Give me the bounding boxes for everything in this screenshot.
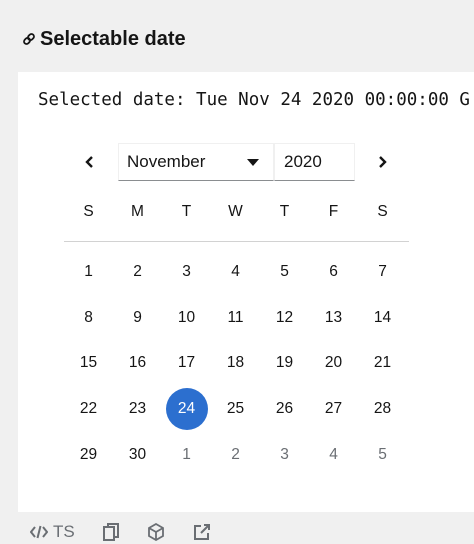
day-cell[interactable]: 10 xyxy=(162,297,211,339)
day-cell[interactable]: 29 xyxy=(64,434,113,476)
ts-label: TS xyxy=(53,522,75,541)
day-cell[interactable]: 14 xyxy=(358,297,407,339)
next-month-button[interactable] xyxy=(370,150,394,174)
codesandbox-button[interactable] xyxy=(147,523,165,541)
week-row: 1 2 3 4 5 6 7 xyxy=(64,251,407,293)
divider xyxy=(64,241,409,242)
weekday-label: M xyxy=(131,203,144,220)
day-cell[interactable]: 4 xyxy=(211,251,260,293)
weekday-label: S xyxy=(377,203,388,220)
week-row: 15 16 17 18 19 20 21 xyxy=(64,342,407,384)
day-cell[interactable]: 2 xyxy=(113,251,162,293)
day-cell[interactable]: 12 xyxy=(260,297,309,339)
week-row: 8 9 10 11 12 13 14 xyxy=(64,297,407,339)
previous-month-button[interactable] xyxy=(78,150,102,174)
weekday-label: T xyxy=(181,203,192,220)
weekday-label: W xyxy=(228,203,243,220)
example-panel: Selected date: Tue Nov 24 2020 00:00:00 … xyxy=(18,72,474,512)
chevron-right-icon xyxy=(379,156,387,168)
day-cell[interactable]: 5 xyxy=(260,251,309,293)
code-toolbar: TS xyxy=(30,520,239,544)
day-cell[interactable]: 7 xyxy=(358,251,407,293)
copy-icon xyxy=(102,523,119,541)
day-cell[interactable]: 25 xyxy=(211,388,260,430)
day-cell-next-month[interactable]: 5 xyxy=(358,434,407,476)
day-cell[interactable]: 1 xyxy=(64,251,113,293)
day-cell[interactable]: 27 xyxy=(309,388,358,430)
day-cell[interactable]: 19 xyxy=(260,342,309,384)
day-cell[interactable]: 28 xyxy=(358,388,407,430)
weekday-label: S xyxy=(83,203,94,220)
selected-date-text: Selected date: Tue Nov 24 2020 00:00:00 … xyxy=(38,90,470,110)
link-icon[interactable] xyxy=(22,32,36,46)
day-cell[interactable]: 21 xyxy=(358,342,407,384)
day-cell[interactable]: 26 xyxy=(260,388,309,430)
open-new-window-button[interactable] xyxy=(193,523,211,541)
day-cell[interactable]: 8 xyxy=(64,297,113,339)
day-cell[interactable]: 20 xyxy=(309,342,358,384)
year-input[interactable]: 2020 xyxy=(274,143,355,181)
code-icon xyxy=(30,525,48,539)
caret-down-icon xyxy=(247,159,259,166)
ts-code-button[interactable]: TS xyxy=(30,522,75,542)
day-cell[interactable]: 13 xyxy=(309,297,358,339)
day-cell[interactable]: 16 xyxy=(113,342,162,384)
copy-button[interactable] xyxy=(102,523,119,541)
weekday-label: F xyxy=(328,203,339,220)
day-cell[interactable]: 18 xyxy=(211,342,260,384)
day-cell-next-month[interactable]: 2 xyxy=(211,434,260,476)
external-link-icon xyxy=(193,524,210,540)
day-cell-next-month[interactable]: 3 xyxy=(260,434,309,476)
day-cell[interactable]: 6 xyxy=(309,251,358,293)
week-row: 29 30 1 2 3 4 5 xyxy=(64,434,407,476)
codesandbox-icon xyxy=(147,523,164,541)
month-select[interactable]: November xyxy=(118,143,274,181)
day-cell[interactable]: 15 xyxy=(64,342,113,384)
chevron-left-icon xyxy=(85,156,93,168)
day-cell-next-month[interactable]: 1 xyxy=(162,434,211,476)
selected-day-label: 24 xyxy=(165,388,208,430)
weekday-header: S M T W T F S xyxy=(64,202,407,222)
day-cell[interactable]: 17 xyxy=(162,342,211,384)
day-cell[interactable]: 30 xyxy=(113,434,162,476)
month-select-value: November xyxy=(127,152,206,171)
day-cell-next-month[interactable]: 4 xyxy=(309,434,358,476)
day-cell[interactable]: 3 xyxy=(162,251,211,293)
day-cell[interactable]: 22 xyxy=(64,388,113,430)
section-heading: Selectable date xyxy=(22,24,186,54)
weekday-label: T xyxy=(279,203,290,220)
day-cell[interactable]: 23 xyxy=(113,388,162,430)
day-cell[interactable]: 11 xyxy=(211,297,260,339)
day-cell[interactable]: 9 xyxy=(113,297,162,339)
section-title: Selectable date xyxy=(40,27,186,50)
year-input-value: 2020 xyxy=(284,152,322,171)
selected-day-cell[interactable]: 24 xyxy=(162,388,211,430)
week-row: 22 23 24 25 26 27 28 xyxy=(64,388,407,430)
